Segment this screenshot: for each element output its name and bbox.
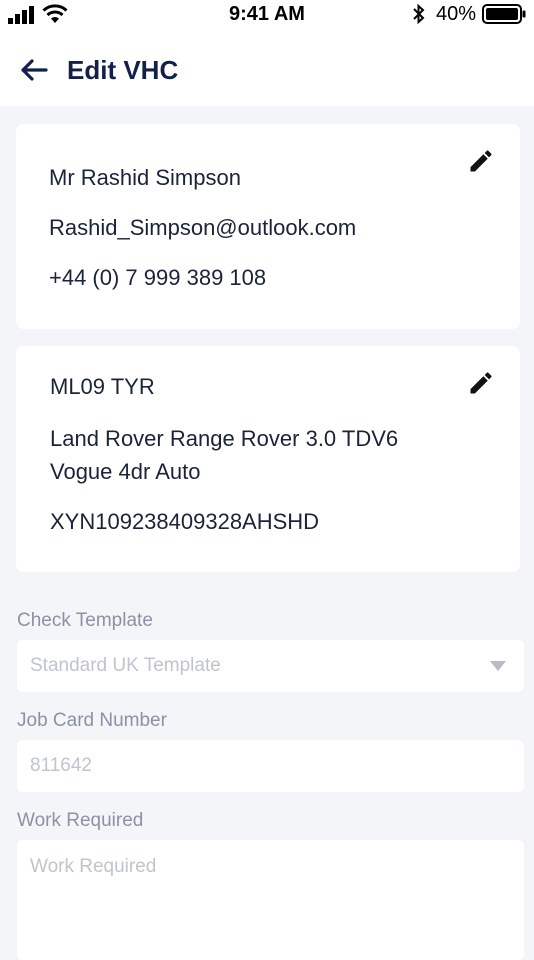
work-required-placeholder: Work Required (30, 856, 157, 877)
vehicle-vin: XYN109238409328AHSHD (50, 509, 320, 534)
check-template-value: Standard UK Template (30, 655, 221, 676)
edit-vehicle-button[interactable] (461, 363, 501, 403)
pencil-icon (470, 150, 492, 172)
page-title: Edit VHC (67, 55, 179, 85)
battery-percent: 40% (435, 2, 476, 25)
chevron-down-icon (490, 661, 506, 671)
vehicle-model-line2: Vogue 4dr Auto (50, 459, 201, 484)
job-card-input[interactable]: 811642 (17, 740, 524, 792)
app-header: Edit VHC (0, 30, 534, 106)
arrow-left-icon (21, 59, 48, 81)
customer-phone: +44 (0) 7 999 389 108 (49, 265, 267, 290)
bluetooth-icon (413, 4, 425, 24)
battery-icon (482, 4, 526, 24)
vehicle-model-line1: Land Rover Range Rover 3.0 TDV6 (50, 426, 399, 451)
check-template-label: Check Template (17, 610, 153, 631)
customer-email: Rashid_Simpson@outlook.com (49, 215, 357, 240)
status-right: 40% (412, 3, 526, 25)
customer-card[interactable]: Mr Rashid Simpson Rashid_Simpson@outlook… (16, 124, 520, 329)
work-required-label: Work Required (17, 810, 144, 831)
vehicle-card[interactable]: ML09 TYR Land Rover Range Rover 3.0 TDV6… (16, 346, 520, 572)
pencil-icon (470, 372, 492, 394)
job-card-label: Job Card Number (17, 710, 167, 731)
vehicle-registration: ML09 TYR (50, 374, 155, 399)
status-bar: 9:41 AM 40% (0, 0, 534, 30)
work-required-textarea[interactable]: Work Required (17, 840, 524, 960)
check-template-select[interactable]: Standard UK Template (17, 640, 524, 692)
edit-customer-button[interactable] (461, 141, 501, 181)
job-card-placeholder: 811642 (30, 755, 92, 776)
customer-name: Mr Rashid Simpson (49, 165, 241, 190)
back-button[interactable] (14, 52, 54, 88)
